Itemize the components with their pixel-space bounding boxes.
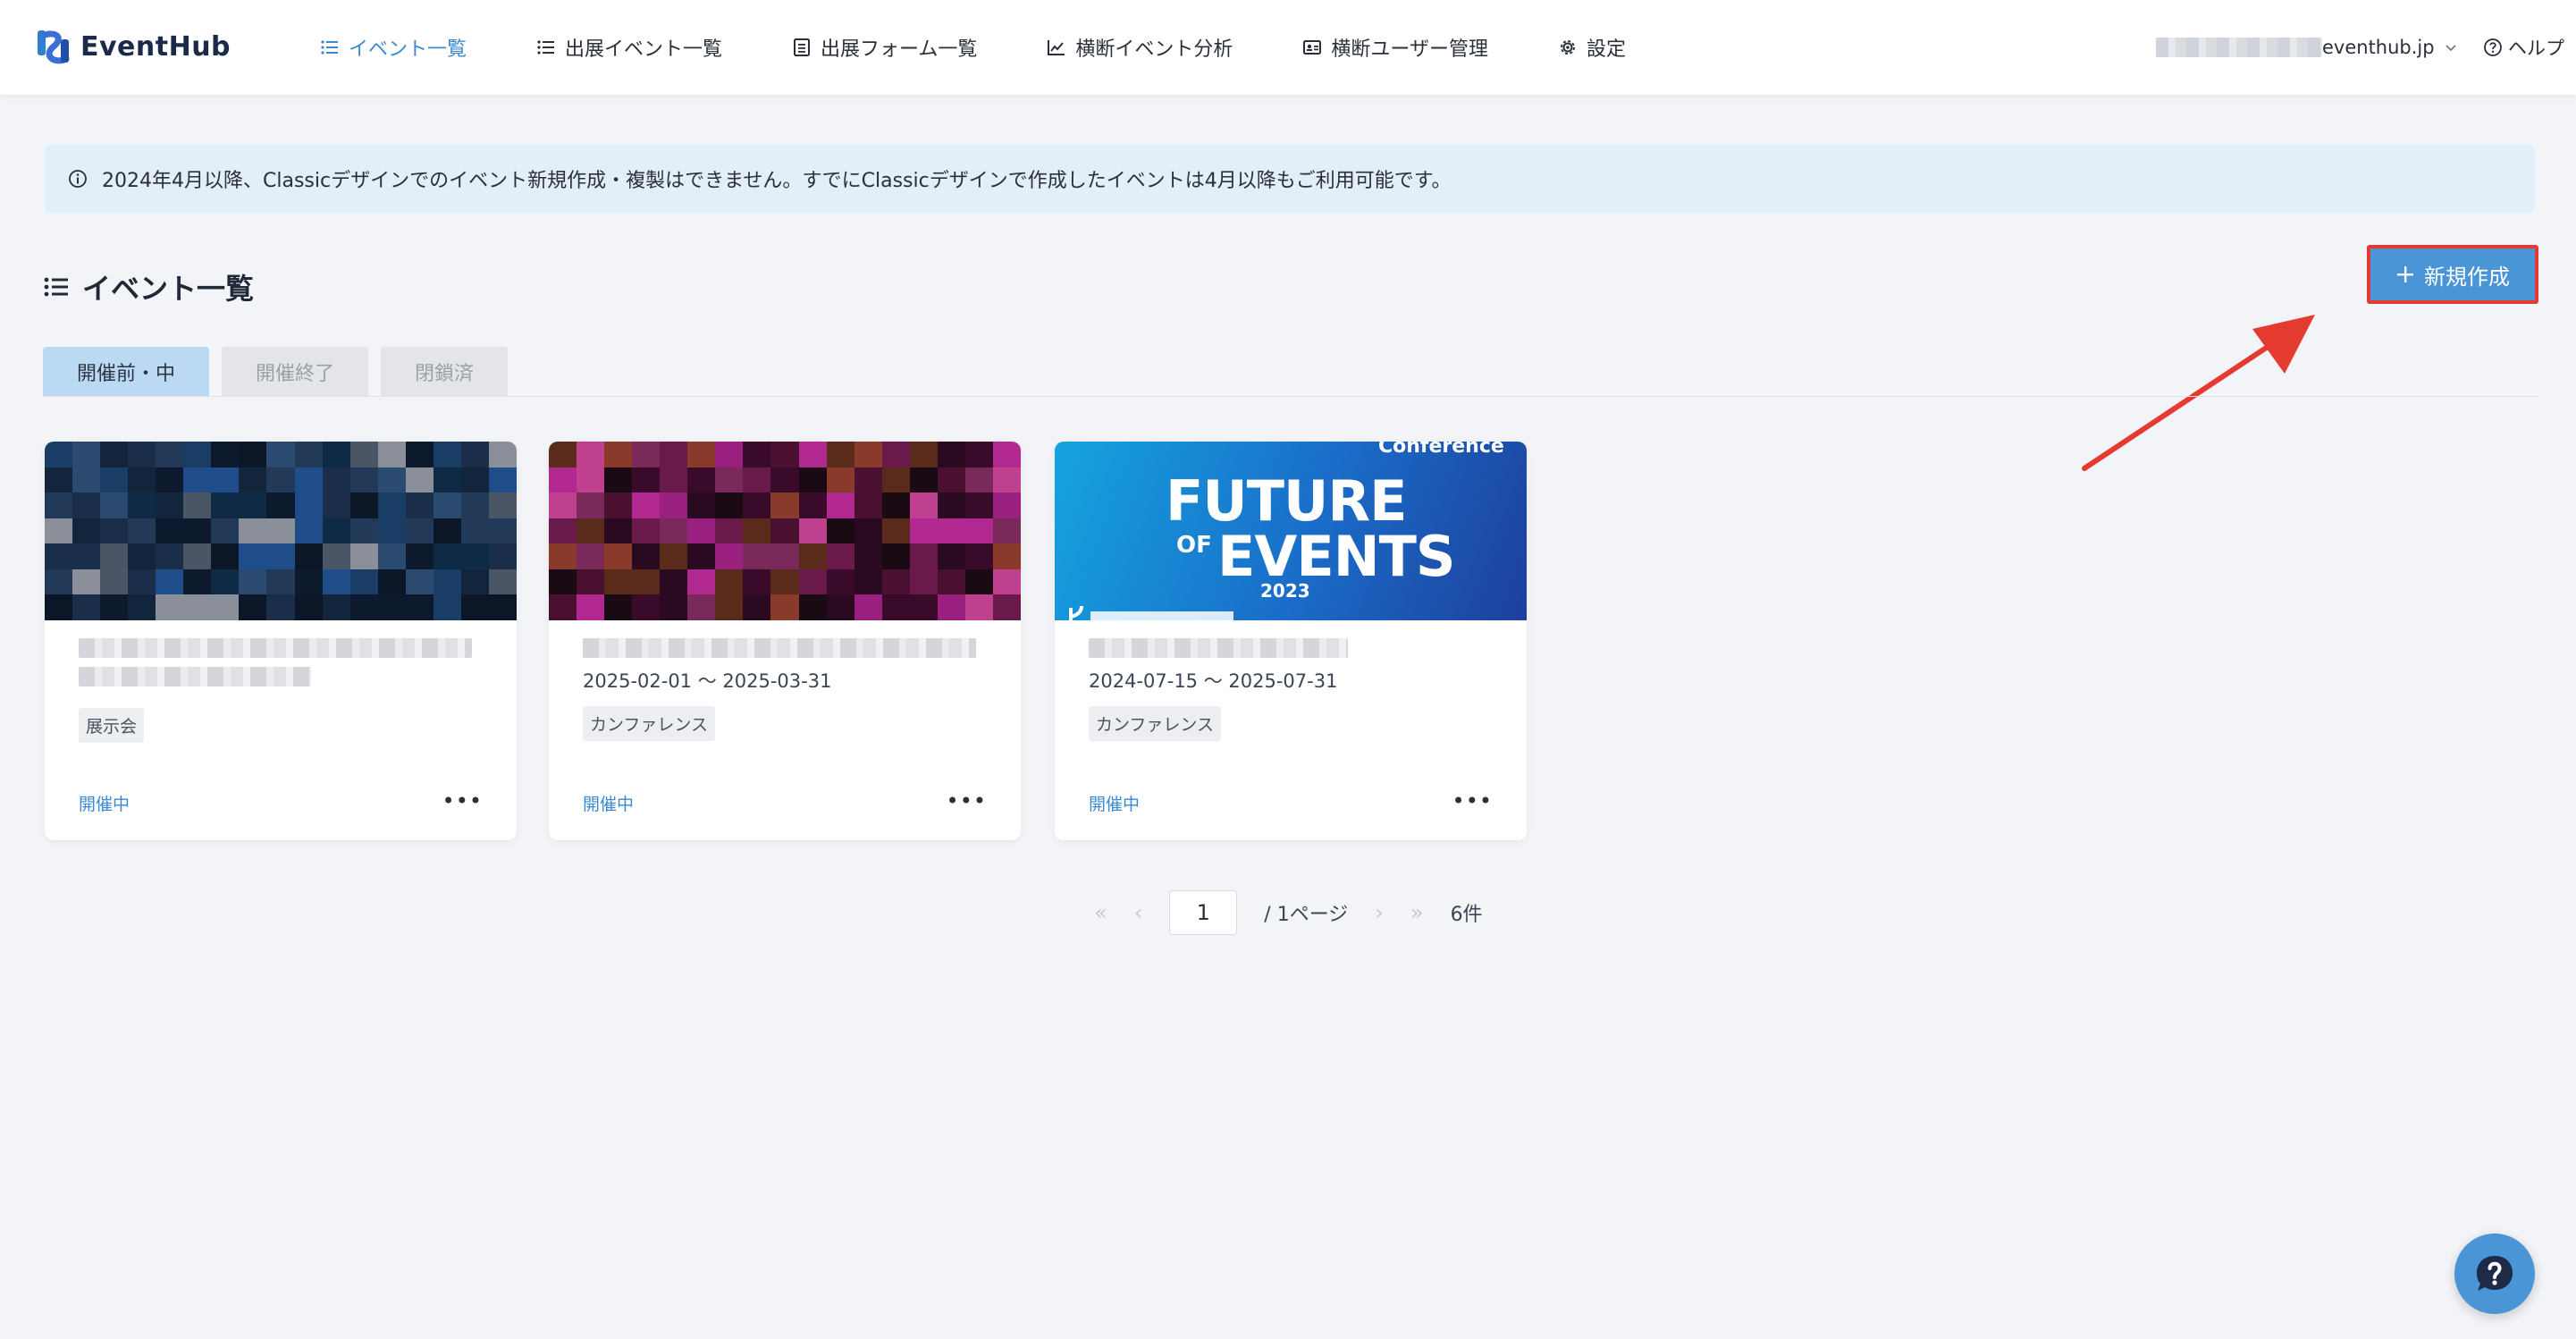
page-total: / 1ページ [1264, 904, 1349, 926]
masked-title [583, 638, 976, 658]
nav-item-cross-users[interactable]: 横断ユーザー管理 [1302, 33, 1488, 62]
event-thumbnail: Conference FUTURE OF EVENTS 2023 [1055, 442, 1527, 620]
account-email-domain: eventhub.jp [2322, 37, 2435, 58]
nav-item-settings[interactable]: 設定 [1558, 33, 1626, 62]
notice-text: 2024年4月以降、Classicデザインでのイベント新規作成・複製はできません… [102, 170, 1452, 192]
masked-email [2156, 38, 2322, 57]
first-page-icon[interactable]: « [1094, 900, 1107, 925]
nav-item-cross-analytics[interactable]: 横断イベント分析 [1047, 33, 1233, 62]
event-status: 開催中 [1089, 795, 1141, 814]
annotation-arrow [2082, 315, 2315, 471]
event-thumbnail [45, 442, 517, 620]
chart-icon [1048, 40, 1065, 55]
new-event-button[interactable]: 新規作成 [2367, 245, 2538, 304]
more-options-button[interactable]: ••• [947, 788, 987, 813]
status-tabs: 開催前・中 開催終了 閉鎖済 [43, 347, 509, 397]
help-label: ヘルプ [2508, 38, 2564, 59]
plus-icon [2397, 266, 2413, 282]
next-page-icon[interactable]: › [1375, 900, 1384, 925]
list-icon [44, 277, 68, 297]
event-thumbnail [549, 442, 1021, 620]
info-notice: 2024年4月以降、Classicデザインでのイベント新規作成・複製はできません… [45, 145, 2535, 213]
main-nav: イベント一覧 出展イベント一覧 出展フォーム一覧 横断イベント分析 横断ユーザー… [320, 0, 1696, 95]
tabs-divider [43, 396, 2538, 397]
event-type-tag: カンファレンス [583, 706, 716, 741]
help-link[interactable]: ヘルプ [2483, 32, 2564, 63]
form-icon [794, 38, 811, 56]
info-icon [69, 170, 87, 188]
banner-logo-text [1090, 611, 1233, 620]
banner-logo-mark [1069, 605, 1083, 620]
banner-line2b: EVENTS [1217, 524, 1455, 589]
future-of-events-banner: Conference FUTURE OF EVENTS 2023 [1069, 442, 1504, 620]
last-page-icon[interactable]: » [1410, 900, 1424, 925]
result-count: 6件 [1450, 904, 1483, 926]
event-status: 開催中 [583, 795, 635, 814]
tab-ended[interactable]: 開催終了 [222, 347, 369, 397]
nav-item-events[interactable]: イベント一覧 [320, 33, 467, 62]
event-card-body: 2025-02-01 〜 2025-03-31 カンファレンス 開催中 ••• [549, 620, 1021, 840]
nav-item-label: 出展イベント一覧 [565, 38, 723, 61]
banner-top-text: Conference [1378, 442, 1504, 458]
prev-page-icon[interactable]: ‹ [1134, 900, 1143, 925]
nav-item-label: 横断ユーザー管理 [1331, 38, 1488, 61]
event-type-tag: カンファレンス [1089, 706, 1222, 741]
event-card[interactable]: 2025-02-01 〜 2025-03-31 カンファレンス 開催中 ••• [549, 442, 1021, 840]
event-type-tag: 展示会 [79, 708, 145, 743]
question-circle-icon [2484, 38, 2502, 56]
banner-year: 2023 [1260, 580, 1310, 602]
top-navbar: EventHub イベント一覧 出展イベント一覧 出展フォーム一覧 横断イベント… [0, 0, 2576, 95]
gear-icon [1560, 40, 1575, 55]
masked-title [1089, 638, 1348, 658]
id-card-icon [1303, 40, 1322, 55]
nav-item-exhibit-forms[interactable]: 出展フォーム一覧 [792, 33, 977, 62]
event-dates: 2024-07-15 〜 2025-07-31 [1089, 670, 1338, 692]
event-card[interactable]: Conference FUTURE OF EVENTS 2023 2024-07… [1055, 442, 1527, 840]
banner-line2a: OF [1176, 532, 1212, 559]
event-status: 開催中 [79, 795, 130, 814]
list-icon [537, 40, 555, 55]
pixelated-image [45, 442, 517, 620]
eventhub-logo-icon [38, 30, 70, 64]
event-card-body: 展示会 開催中 ••• [45, 620, 517, 840]
tab-closed[interactable]: 閉鎖済 [381, 347, 509, 397]
chevron-down-icon [2446, 45, 2456, 52]
page-title-text: イベント一覧 [82, 272, 255, 306]
masked-title [79, 667, 311, 686]
nav-item-label: 出展フォーム一覧 [821, 38, 978, 61]
nav-item-label: 横断イベント分析 [1075, 38, 1233, 61]
more-options-button[interactable]: ••• [442, 788, 483, 813]
event-card-body: 2024-07-15 〜 2025-07-31 カンファレンス 開催中 ••• [1055, 620, 1527, 840]
masked-title [79, 638, 472, 658]
nav-item-label: 設定 [1586, 38, 1626, 61]
page-number-input[interactable] [1169, 890, 1238, 935]
pagination: « ‹ / 1ページ › » 6件 [1094, 890, 1483, 935]
page-title: イベント一覧 [43, 265, 254, 309]
brand-name: EventHub [80, 30, 232, 63]
event-card[interactable]: 展示会 開催中 ••• [45, 442, 517, 840]
nav-item-label: イベント一覧 [349, 38, 467, 61]
help-chat-button[interactable] [2454, 1234, 2535, 1314]
tab-upcoming-ongoing[interactable]: 開催前・中 [43, 347, 210, 397]
question-bubble-icon [2477, 1256, 2513, 1291]
new-event-button-label: 新規作成 [2424, 264, 2510, 290]
account-menu[interactable]: eventhub.jp [2156, 32, 2458, 63]
pixelated-image [549, 442, 1021, 620]
event-dates: 2025-02-01 〜 2025-03-31 [583, 670, 832, 692]
eventhub-logo[interactable]: EventHub [36, 23, 231, 70]
list-icon [321, 40, 338, 55]
more-options-button[interactable]: ••• [1452, 788, 1493, 813]
nav-item-exhibit-events[interactable]: 出展イベント一覧 [536, 33, 722, 62]
